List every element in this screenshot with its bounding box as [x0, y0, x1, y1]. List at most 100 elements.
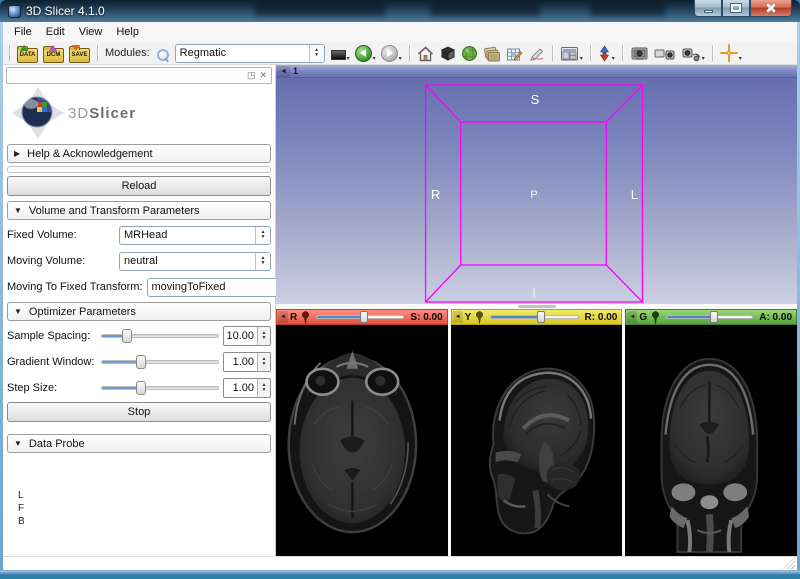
undock-panel-icon[interactable]: ◳ — [247, 71, 256, 80]
extensions-button[interactable] — [459, 43, 480, 64]
sample-spacing-spinbox[interactable]: 10.00 ▲ ▼ — [223, 326, 271, 346]
help-section-header[interactable]: ▶ Help & Acknowledgement — [7, 144, 271, 163]
fixed-volume-selector[interactable]: MRHead ▲ ▼ — [119, 225, 271, 245]
collapse-green-controller-icon[interactable]: ◄ — [627, 311, 638, 323]
combo-spinner-icon[interactable]: ▲▼ — [308, 44, 324, 62]
app-window: 3D Slicer 4.1.0 File Edit View Help DATA — [0, 0, 800, 575]
red-slice-controller[interactable]: ◄ R S: 0.00 — [276, 309, 448, 325]
home-button[interactable] — [415, 43, 436, 64]
volume-section-header[interactable]: ▼ Volume and Transform Parameters — [7, 201, 271, 220]
scene-capture-button[interactable] — [652, 43, 677, 64]
layout-icon — [560, 46, 578, 60]
dicom-arrows-icon — [49, 44, 57, 52]
module-back-button[interactable]: ▾ — [353, 43, 378, 64]
pin-icon[interactable] — [301, 310, 310, 324]
sample-spacing-slider[interactable] — [101, 328, 219, 344]
maximize-button[interactable] — [722, 0, 750, 17]
menu-file[interactable]: File — [7, 23, 39, 41]
load-data-button[interactable]: DATA — [15, 43, 40, 64]
editor-module-button[interactable] — [504, 43, 525, 64]
collapsed-arrow-icon: ▶ — [14, 149, 21, 158]
green-slice-offset: A: 0.00 — [759, 311, 793, 323]
green-slice-slider[interactable] — [666, 311, 754, 323]
menu-view[interactable]: View — [72, 23, 110, 41]
gradient-window-spinbox[interactable]: 1.00 ▲ ▼ — [223, 352, 271, 372]
forward-icon — [380, 44, 398, 62]
red-slice-view[interactable] — [276, 325, 448, 556]
green-slice-controller[interactable]: ◄ G A: 0.00 — [625, 309, 798, 325]
threeD-view-label: 1 — [293, 66, 299, 76]
home-icon — [417, 45, 433, 61]
axis-label-i: I — [532, 285, 536, 300]
green-slice-view[interactable] — [625, 325, 798, 556]
threeD-view[interactable]: S R P L I — [276, 78, 797, 304]
spinbox-arrows-icon[interactable]: ▲ ▼ — [257, 327, 270, 345]
minimize-button[interactable] — [694, 0, 722, 17]
scene-restore-button[interactable]: ▾ — [678, 43, 707, 64]
help-section-label: Help & Acknowledgement — [27, 147, 153, 160]
collapse-3d-controller-icon[interactable]: ◄ — [277, 65, 290, 77]
combo-spinner-icon[interactable]: ▲▼ — [255, 226, 270, 244]
collapse-yellow-controller-icon[interactable]: ◄ — [452, 311, 463, 323]
threeD-view-controller[interactable]: ◄ 1 — [276, 65, 797, 78]
spinbox-arrows-icon[interactable]: ▲ ▼ — [257, 353, 270, 371]
module-forward-button[interactable]: ▾ — [379, 43, 404, 64]
save-folder-icon: SAVE — [69, 44, 90, 63]
close-panel-icon[interactable]: ✕ — [259, 71, 267, 80]
data-probe-label: Data Probe — [28, 437, 85, 450]
view-splitter[interactable] — [276, 304, 797, 309]
transforms-module-button[interactable] — [526, 43, 547, 64]
volume-rendering-button[interactable] — [437, 43, 458, 64]
combo-spinner-icon[interactable]: ▲▼ — [255, 252, 270, 270]
yellow-slice-slider[interactable] — [490, 311, 579, 323]
menu-help[interactable]: Help — [109, 23, 146, 41]
interaction-mode-button[interactable]: ▾ — [596, 43, 617, 64]
toolbar-separator — [621, 45, 623, 61]
stop-button[interactable]: Stop — [7, 402, 271, 422]
screenshot-camera-icon — [631, 47, 648, 60]
load-dicom-button[interactable]: DCM — [41, 43, 66, 64]
yellow-slice-pane: ◄ Y R: 0.00 — [450, 309, 623, 556]
resize-grip[interactable] — [783, 557, 795, 569]
close-button[interactable] — [750, 0, 792, 17]
screenshot-button[interactable] — [628, 43, 651, 64]
gradient-window-label: Gradient Window: — [7, 356, 95, 368]
volumes-module-button[interactable] — [481, 43, 503, 64]
module-search-button[interactable] — [154, 43, 171, 64]
optimizer-section-header[interactable]: ▼ Optimizer Parameters — [7, 302, 271, 321]
yellow-slice-view[interactable] — [450, 325, 623, 556]
menu-edit[interactable]: Edit — [39, 23, 72, 41]
editor-grid-icon — [506, 48, 523, 61]
module-selector[interactable]: Regmatic ▲ ▼ — [174, 43, 325, 63]
layout-selector-button[interactable]: ▾ — [558, 43, 585, 64]
toolbar-separator — [9, 45, 10, 61]
green-slice-pane: ◄ G A: 0.00 — [625, 309, 798, 556]
gradient-window-slider[interactable] — [101, 354, 219, 370]
yellow-slice-controller[interactable]: ◄ Y R: 0.00 — [450, 309, 623, 325]
titlebar[interactable]: 3D Slicer 4.1.0 — [0, 0, 800, 22]
orientation-l: L — [18, 490, 24, 501]
toolbar-separator — [97, 45, 98, 61]
data-probe-section-header[interactable]: ▼ Data Probe — [7, 434, 271, 453]
window-frame-bottom — [0, 570, 800, 575]
pin-icon[interactable] — [651, 310, 660, 324]
step-size-slider[interactable] — [101, 380, 219, 396]
pin-icon[interactable] — [475, 310, 484, 324]
reload-button[interactable]: Reload — [7, 176, 271, 196]
slice-views: ◄ R S: 0.00 ◄ Y R: 0.00 ◄ G A: 0.00 — [276, 309, 798, 556]
spinbox-arrows-icon[interactable]: ▲ ▼ — [257, 379, 270, 397]
red-slice-slider[interactable] — [316, 311, 405, 323]
desktop: { "window": { "title": "3D Slicer 4.1.0"… — [0, 0, 800, 579]
crosshair-button[interactable]: ▾ — [718, 43, 744, 64]
red-slice-letter: R — [290, 311, 298, 323]
step-size-spinbox[interactable]: 1.00 ▲ ▼ — [223, 378, 271, 398]
pencil-icon — [529, 47, 544, 61]
module-history-button[interactable]: ▾ — [329, 43, 352, 64]
window-icon — [8, 4, 21, 18]
save-button[interactable]: SAVE — [67, 43, 92, 64]
toolbar-separator — [408, 45, 410, 61]
moving-volume-selector[interactable]: neutral ▲ ▼ — [119, 251, 271, 271]
back-icon — [354, 44, 372, 62]
splitter-handle[interactable] — [517, 305, 556, 308]
collapse-red-controller-icon[interactable]: ◄ — [278, 311, 288, 323]
